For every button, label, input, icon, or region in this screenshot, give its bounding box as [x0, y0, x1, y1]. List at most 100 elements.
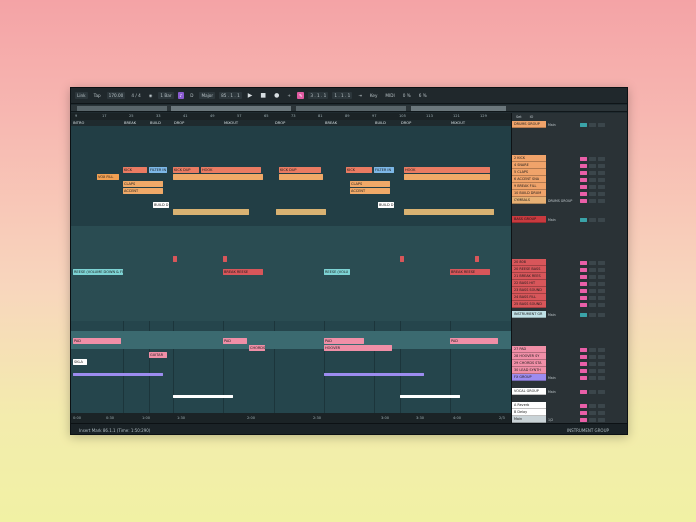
track-name[interactable]: 28 HOOVER SY [512, 353, 546, 360]
clip-filter-in[interactable]: FILTER IN [149, 167, 167, 173]
track-name[interactable]: BASS GROUP [512, 216, 546, 223]
arm-button[interactable] [598, 177, 605, 182]
locator-drop-3[interactable]: DROP [401, 121, 411, 125]
track-row[interactable]: 6 ACCENT SNA [512, 176, 627, 183]
key-map-button[interactable]: Key [368, 92, 380, 99]
arm-button[interactable] [598, 354, 605, 359]
solo-button[interactable] [589, 281, 596, 286]
arm-button[interactable] [598, 403, 605, 408]
track-row[interactable]: 20 REESE BASS [512, 266, 627, 273]
solo-button[interactable] [589, 177, 596, 182]
clip-cymbals-2[interactable] [276, 209, 326, 215]
arm-button[interactable] [598, 217, 605, 222]
set-label[interactable]: Set [512, 115, 522, 119]
track-route[interactable]: Main [548, 218, 578, 222]
track-row[interactable]: 10 BUILD DRUM [512, 190, 627, 197]
track-activator-button[interactable] [580, 163, 587, 168]
track-activator-button[interactable] [580, 184, 587, 189]
bar-ruler[interactable]: 9 17 25 33 41 49 57 65 73 81 89 97 105 1… [71, 113, 511, 120]
locator-drop-2[interactable]: DROP [275, 121, 285, 125]
arm-button[interactable] [598, 375, 605, 380]
clip-pad-4[interactable]: PAD [450, 338, 498, 344]
locator-drop[interactable]: DROP [174, 121, 184, 125]
track-activator-button[interactable] [580, 368, 587, 373]
solo-button[interactable] [589, 191, 596, 196]
clip-snare-3[interactable] [404, 174, 490, 180]
track-name[interactable]: 25 BASS SOUND [512, 301, 546, 308]
arm-button[interactable] [598, 361, 605, 366]
track-activator-button[interactable] [580, 389, 587, 394]
solo-button[interactable] [589, 198, 596, 203]
arm-button[interactable] [598, 198, 605, 203]
track-row[interactable]: CYMBALS DRUMS GROUP [512, 197, 627, 204]
time-signature-field[interactable]: 4 / 4 [129, 92, 142, 99]
track-row[interactable]: 27 PAD [512, 346, 627, 353]
solo-button[interactable] [589, 368, 596, 373]
clip-808-3[interactable] [400, 256, 404, 262]
record-icon[interactable]: ● [272, 91, 281, 100]
track-name[interactable]: DRUMS GROUP [512, 121, 546, 128]
clip-pad-2[interactable]: PAD [223, 338, 247, 344]
clip-fx[interactable] [73, 373, 163, 376]
clip-reese-2[interactable]: REESE (VOLU [324, 269, 350, 275]
solo-button[interactable] [589, 122, 596, 127]
track-name[interactable]: FX GROUP [512, 374, 546, 381]
track-name[interactable]: 24 BASS FILL [512, 294, 546, 301]
arm-button[interactable] [598, 267, 605, 272]
track-row[interactable]: 28 HOOVER SY [512, 353, 627, 360]
arm-button[interactable] [598, 389, 605, 394]
loop-start[interactable]: 3 . 1 . 1 [308, 92, 329, 99]
clip-vocal[interactable] [173, 395, 233, 398]
solo-button[interactable] [589, 403, 596, 408]
solo-button[interactable] [589, 260, 596, 265]
track-name[interactable]: 4 SNARE [512, 162, 546, 169]
clip-kick-2[interactable]: KICK DUP [279, 167, 321, 173]
clip-pad[interactable]: PAD [73, 338, 121, 344]
track-activator-button[interactable] [580, 375, 587, 380]
track-name[interactable]: CYMBALS [512, 197, 546, 204]
arrangement-position[interactable]: 85 . 1 . 1 [219, 92, 242, 99]
play-icon[interactable]: ▶ [246, 91, 255, 100]
track-activator-button[interactable] [580, 312, 587, 317]
track-name[interactable]: VOCAL GROUP [512, 388, 546, 395]
io-label[interactable]: IO [522, 115, 534, 119]
arm-button[interactable] [598, 184, 605, 189]
clip-hoover[interactable]: HOOVER [324, 345, 392, 351]
clip-fx-2[interactable] [324, 373, 424, 376]
key-root[interactable]: D [188, 92, 195, 99]
track-name[interactable]: 9 BREAK FILL [512, 183, 546, 190]
stop-icon[interactable]: ■ [258, 91, 268, 100]
clip-cymbals-3[interactable] [404, 209, 494, 215]
locator-mixout[interactable]: MIXOUT [224, 121, 238, 125]
track-activator-button[interactable] [580, 274, 587, 279]
track-name[interactable]: 5 CLAPS [512, 169, 546, 176]
track-activator-button[interactable] [580, 288, 587, 293]
solo-button[interactable] [589, 410, 596, 415]
track-activator-button[interactable] [580, 217, 587, 222]
track-activator-button[interactable] [580, 260, 587, 265]
track-name[interactable]: 2 KICK [512, 155, 546, 162]
clip-snare[interactable] [173, 174, 263, 180]
metronome-icon[interactable]: ◉ [147, 92, 155, 99]
solo-button[interactable] [589, 361, 596, 366]
arm-button[interactable] [598, 347, 605, 352]
clip-claps-2[interactable]: CLAPS [350, 181, 390, 187]
loop-length[interactable]: 1 . 1 . 1 [332, 92, 353, 99]
clip-skla[interactable]: SKLA [73, 359, 87, 365]
track-name[interactable]: 29 CHORDS STA [512, 360, 546, 367]
clip-vocal-2[interactable] [400, 395, 460, 398]
track-route[interactable]: Main [548, 123, 578, 127]
track-row[interactable]: BASS GROUP Main [512, 216, 627, 223]
link-button[interactable]: Link [75, 92, 88, 99]
solo-button[interactable] [589, 217, 596, 222]
track-row[interactable]: 4 SNARE [512, 162, 627, 169]
track-name[interactable]: 30 LEAD SYNTH [512, 367, 546, 374]
track-activator-button[interactable] [580, 347, 587, 352]
solo-button[interactable] [589, 163, 596, 168]
arrangement-overview[interactable] [71, 105, 627, 112]
arm-button[interactable] [598, 302, 605, 307]
clip-accent[interactable]: ACCENT [123, 188, 163, 194]
clip-snare-2[interactable] [279, 174, 323, 180]
clip-hook-2[interactable]: HOOK [404, 167, 490, 173]
track-activator-button[interactable] [580, 198, 587, 203]
